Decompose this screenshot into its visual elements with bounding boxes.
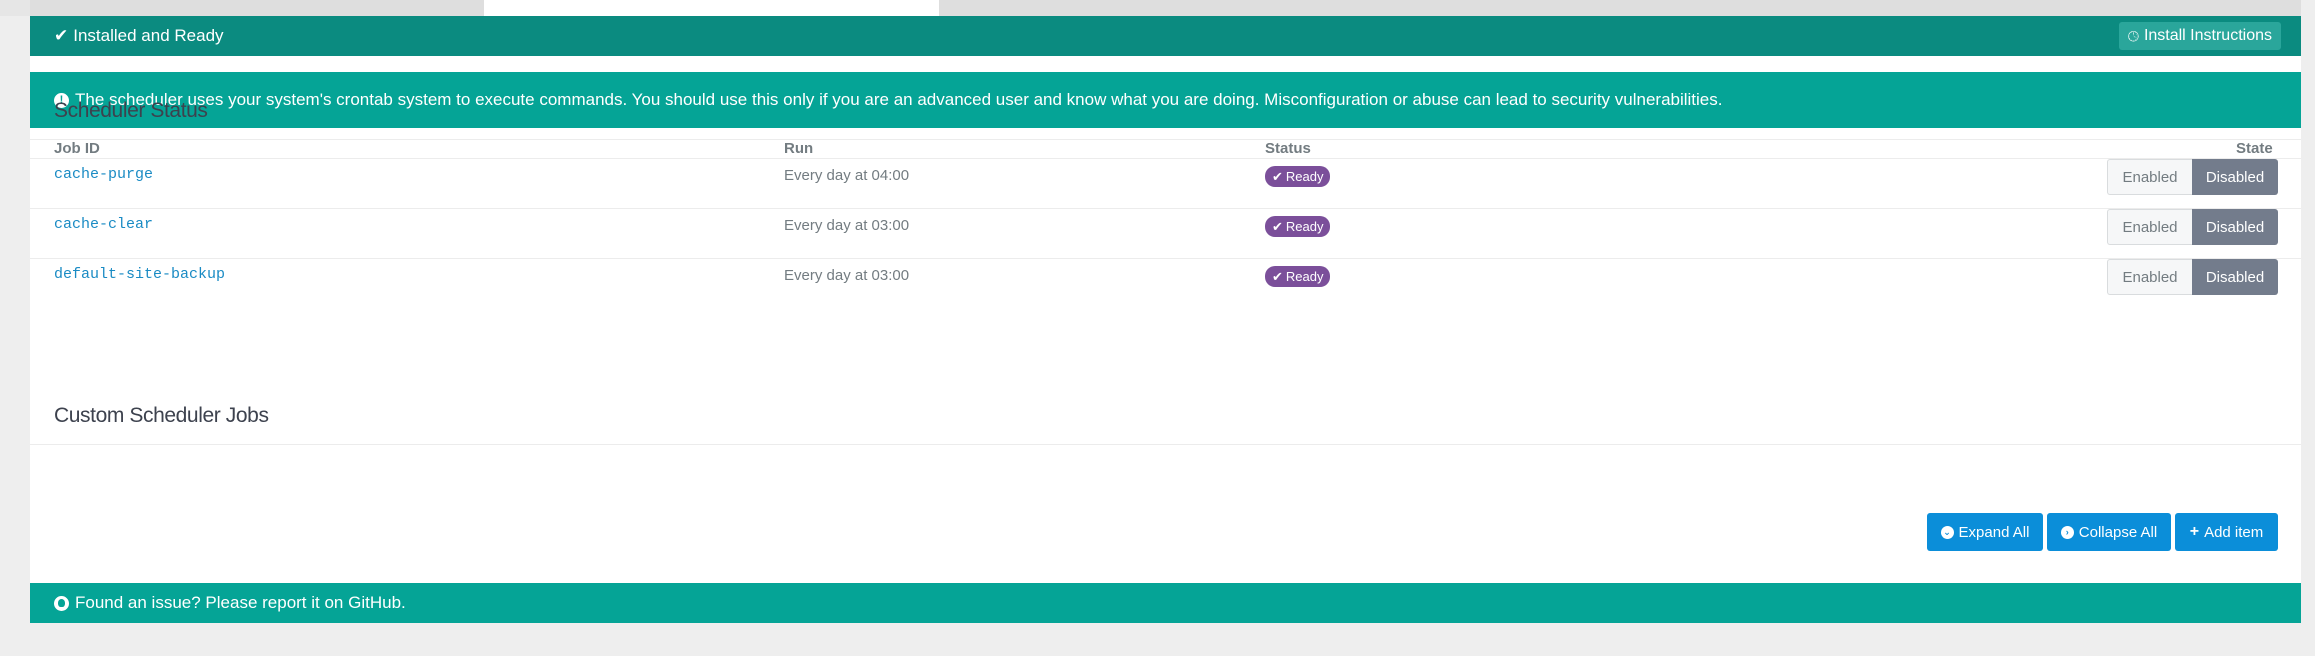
enabled-button[interactable]: Enabled bbox=[2107, 209, 2192, 245]
state-toggle: Enabled Disabled bbox=[2107, 209, 2278, 245]
job-id-link[interactable]: cache-purge bbox=[54, 166, 153, 183]
tab-active[interactable] bbox=[484, 0, 939, 16]
tab-strip-edge bbox=[0, 0, 30, 16]
column-header-state: State bbox=[2236, 140, 2273, 157]
collapse-all-button[interactable]: › Collapse All bbox=[2047, 513, 2171, 551]
state-toggle: Enabled Disabled bbox=[2107, 259, 2278, 295]
column-header-job-id: Job ID bbox=[54, 140, 100, 157]
status-badge-label: Ready bbox=[1285, 269, 1324, 284]
row-divider bbox=[30, 158, 2301, 159]
disabled-button[interactable]: Disabled bbox=[2192, 209, 2278, 245]
top-tab-strip bbox=[0, 0, 2315, 16]
row-divider bbox=[30, 258, 2301, 259]
scheduler-panel: ✔ Installed and Ready 🕓︎ Install Instruc… bbox=[30, 16, 2301, 623]
notice-text: The scheduler uses your system's crontab… bbox=[75, 90, 1723, 109]
check-icon: ✔ bbox=[54, 26, 69, 45]
job-run-schedule: Every day at 03:00 bbox=[784, 217, 910, 234]
install-instructions-button[interactable]: 🕓︎ Install Instructions bbox=[2118, 22, 2281, 50]
status-badge: ✔ Ready bbox=[1265, 266, 1331, 287]
install-status-text: Installed and Ready bbox=[73, 26, 224, 45]
plus-icon: + bbox=[2189, 523, 2200, 540]
scheduler-warning-notice: ! The scheduler uses your system's cront… bbox=[30, 72, 2301, 128]
chevron-circle-right-icon: › bbox=[2060, 525, 2074, 539]
job-run-schedule: Every day at 04:00 bbox=[784, 167, 910, 184]
scheduler-status-title: Scheduler Status bbox=[54, 99, 208, 122]
install-status-bar: ✔ Installed and Ready 🕓︎ Install Instruc… bbox=[30, 16, 2301, 56]
add-item-button[interactable]: + Add item bbox=[2175, 513, 2278, 551]
footer-issue-link[interactable]: Found an issue? Please report it on GitH… bbox=[75, 593, 406, 613]
job-id-link[interactable]: default-site-backup bbox=[54, 266, 225, 283]
disabled-button[interactable]: Disabled bbox=[2192, 159, 2278, 195]
tab-left[interactable] bbox=[30, 0, 484, 16]
state-toggle: Enabled Disabled bbox=[2107, 159, 2278, 195]
status-badge: ✔ Ready bbox=[1265, 166, 1331, 187]
clock-icon: 🕓︎ bbox=[2127, 27, 2139, 44]
column-header-status: Status bbox=[1265, 140, 1311, 157]
check-icon: ✔ bbox=[1272, 268, 1283, 284]
check-icon: ✔ bbox=[1272, 168, 1283, 184]
status-badge-label: Ready bbox=[1285, 219, 1324, 234]
status-badge-label: Ready bbox=[1285, 169, 1324, 184]
expand-all-label: Expand All bbox=[1958, 523, 2030, 541]
add-item-label: Add item bbox=[2204, 523, 2264, 541]
expand-all-button[interactable]: ⌄ Expand All bbox=[1927, 513, 2043, 551]
section-divider bbox=[30, 139, 2301, 140]
tab-right[interactable] bbox=[939, 0, 2301, 16]
chevron-circle-down-icon: ⌄ bbox=[1940, 525, 1954, 539]
section-divider bbox=[30, 444, 2301, 445]
footer-issue-bar: Found an issue? Please report it on GitH… bbox=[30, 583, 2301, 623]
row-divider bbox=[30, 208, 2301, 209]
github-icon bbox=[54, 595, 69, 611]
check-icon: ✔ bbox=[1272, 218, 1283, 234]
status-badge: ✔ Ready bbox=[1265, 216, 1331, 237]
enabled-button[interactable]: Enabled bbox=[2107, 259, 2192, 295]
disabled-button[interactable]: Disabled bbox=[2192, 259, 2278, 295]
job-run-schedule: Every day at 03:00 bbox=[784, 267, 910, 284]
collapse-all-label: Collapse All bbox=[2078, 523, 2158, 541]
job-id-link[interactable]: cache-clear bbox=[54, 216, 153, 233]
custom-jobs-title: Custom Scheduler Jobs bbox=[54, 404, 269, 427]
install-instructions-label: Install Instructions bbox=[2143, 27, 2272, 44]
enabled-button[interactable]: Enabled bbox=[2107, 159, 2192, 195]
column-header-run: Run bbox=[784, 140, 814, 157]
